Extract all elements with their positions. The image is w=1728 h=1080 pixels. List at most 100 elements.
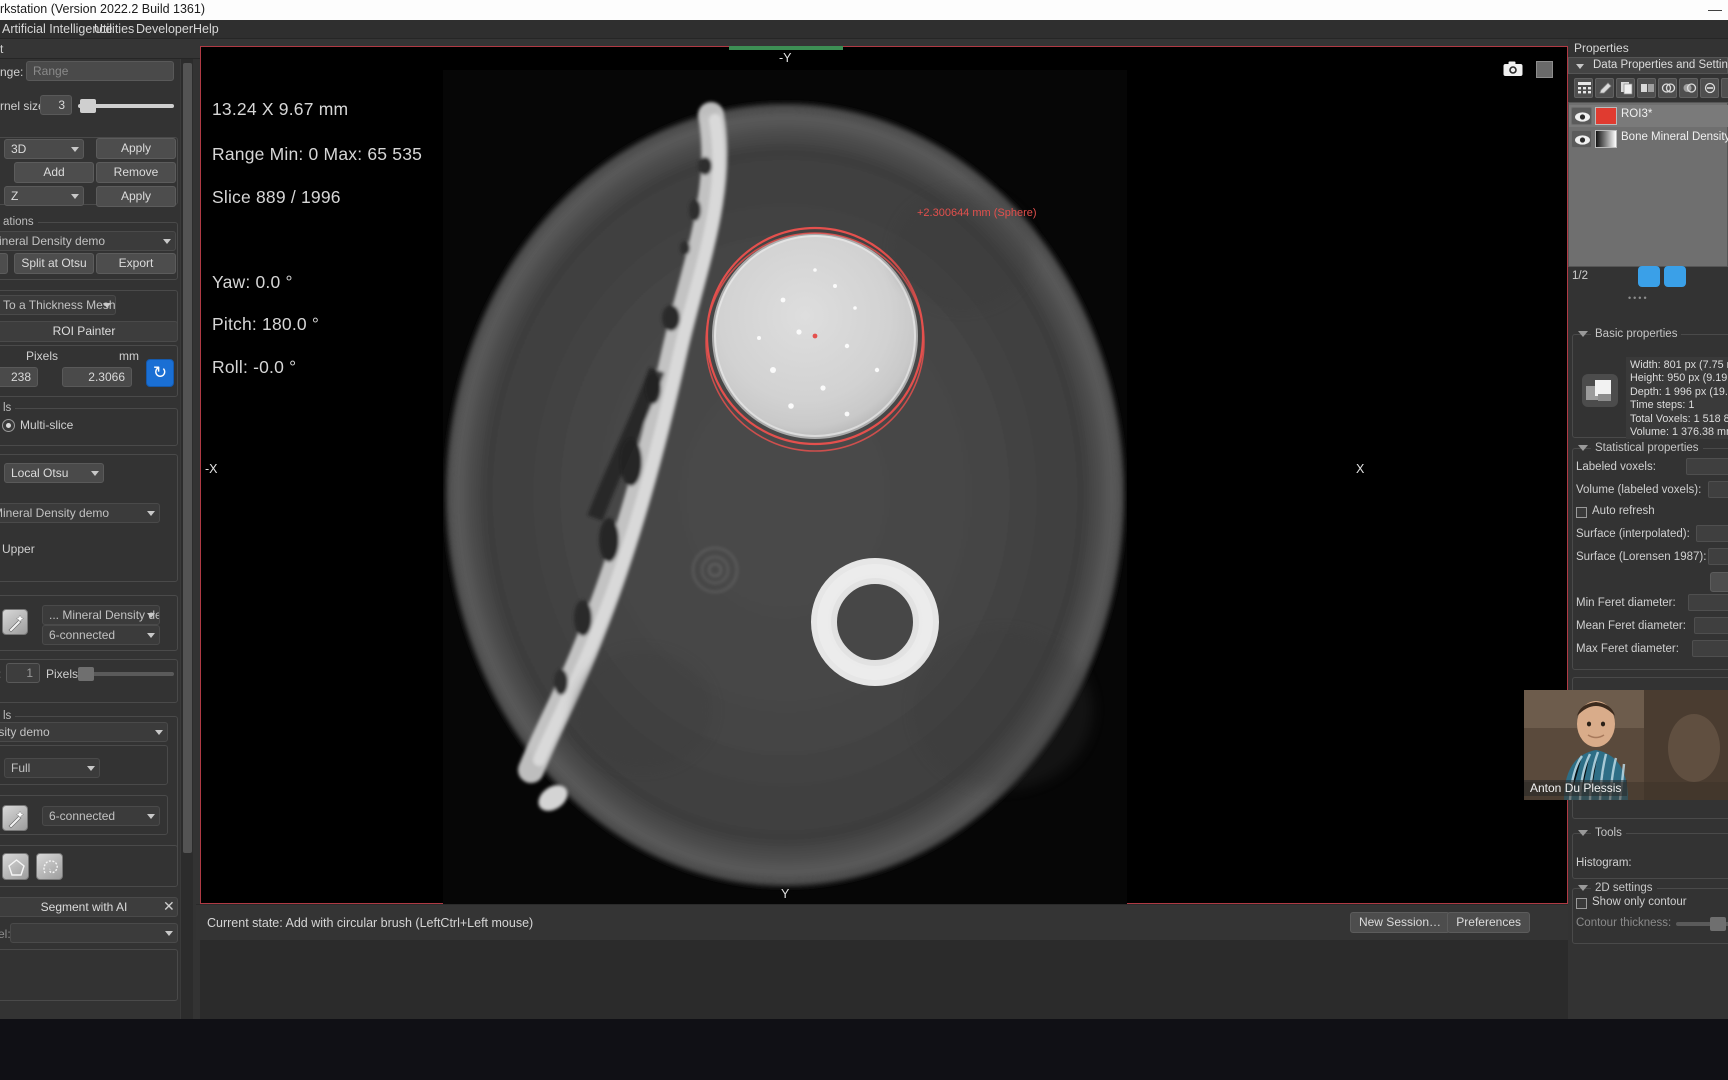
min-feret-label: Min Feret diameter: (1576, 597, 1676, 609)
otsu-method-select[interactable]: Local Otsu (4, 463, 104, 483)
range-input[interactable]: Range (26, 61, 174, 81)
roi-painter-button[interactable]: ROI Painter (0, 321, 178, 342)
surface-lorensen-label: Surface (Lorensen 1987): (1576, 551, 1707, 563)
app-window: rkstation (Version 2022.2 Build 1361) — … (0, 0, 1728, 1080)
apply-button-1[interactable]: Apply (96, 138, 176, 159)
operations-dataset-select[interactable]: ineral Density demo (0, 231, 176, 251)
extra-button[interactable] (0, 253, 8, 274)
size-input[interactable]: 1 (6, 663, 40, 683)
collapse-caret-icon[interactable] (1578, 331, 1588, 337)
slider-knob[interactable] (1710, 917, 1726, 931)
taskbar: ype here to search ▤ ◉ ▭ ▦ ✉ Q ◉ ◉ ◆ ◎ T… (0, 1019, 1728, 1080)
menu-item-help[interactable]: Help (193, 22, 219, 36)
merge-icon[interactable] (1658, 78, 1677, 98)
preferences-button[interactable]: Preferences (1447, 912, 1530, 933)
labels-dataset-select[interactable]: ensity demo (0, 722, 168, 742)
minimize-button[interactable]: — (1708, 1, 1722, 17)
camera-icon[interactable] (1503, 61, 1523, 77)
prop-depth: Depth: 1 996 px (19.32 m (1630, 385, 1728, 398)
kernel-size-slider[interactable] (78, 97, 174, 115)
upper-label: Upper (2, 542, 35, 556)
properties-toolbar (1568, 78, 1728, 100)
compute-button[interactable]: Comput (1710, 572, 1728, 592)
auto-refresh-checkbox[interactable] (1576, 507, 1587, 518)
thickness-mesh-select[interactable]: To a Thickness Mesh (0, 295, 116, 315)
kernel-size-input[interactable]: 3 (40, 95, 72, 115)
volume-labeled-voxels-label: Volume (labeled voxels): (1576, 484, 1702, 496)
view-toggle-2[interactable] (1664, 266, 1686, 287)
grid-icon[interactable] (1574, 78, 1593, 98)
new-session-button[interactable]: New Session… (1349, 912, 1450, 933)
layer-color-swatch[interactable] (1595, 130, 1617, 148)
tool-strip-label: t (0, 42, 4, 56)
data-properties-tab[interactable]: Data Properties and Settin (1568, 57, 1728, 74)
contour-thickness-slider[interactable] (1676, 915, 1728, 933)
layer-list[interactable]: ROI3* Bone Mineral Density demo (1568, 102, 1728, 267)
magic-wand-target-select[interactable]: ... Mineral Density demo (42, 605, 160, 625)
polygon-tool-icon[interactable] (2, 853, 29, 880)
slider-knob[interactable] (80, 99, 96, 113)
visibility-eye-icon[interactable] (1571, 107, 1592, 125)
properties-title: Properties (1574, 41, 1629, 55)
connectivity-value-2: 6-connected (49, 809, 116, 823)
menu-item-utilities[interactable]: Utilities (94, 22, 134, 36)
menu-item-developer[interactable]: Developer (136, 22, 193, 36)
show-only-contour-label: Show only contour (1592, 896, 1687, 908)
visibility-eye-icon[interactable] (1571, 130, 1592, 148)
split-at-otsu-button[interactable]: Split at Otsu (14, 253, 94, 274)
add-button[interactable]: Add (14, 162, 94, 183)
connectivity-select-1[interactable]: 6-connected (42, 625, 160, 645)
close-icon[interactable]: ✕ (163, 898, 175, 915)
properties-panel-header: Properties (1568, 39, 1728, 57)
otsu-dataset-select[interactable]: Mineral Density demo (0, 503, 160, 523)
tools-group: Tools (1572, 827, 1728, 879)
full-select[interactable]: Full (4, 758, 100, 778)
dimension-select[interactable]: 3D (4, 139, 84, 159)
brush-pixels-input[interactable]: 238 (0, 367, 38, 387)
viewport-pitch: Pitch: 180.0 ° (212, 314, 320, 334)
webcam-overlay[interactable]: Anton Du Plessis (1524, 690, 1728, 800)
list-item[interactable]: Bone Mineral Density demo (1569, 128, 1728, 150)
left-panel-scrollbar[interactable] (180, 59, 193, 1019)
show-only-contour-checkbox[interactable] (1576, 898, 1587, 909)
axis-select-value: Z (11, 189, 19, 203)
subtract-icon[interactable] (1700, 78, 1719, 98)
brush-mm-input[interactable]: 2.3066 (62, 367, 132, 387)
axis-label-x: X (1356, 462, 1365, 476)
connectivity-select-2[interactable]: 6-connected (42, 806, 160, 826)
layers-icon[interactable] (1637, 78, 1656, 98)
edit-icon[interactable] (1595, 78, 1614, 98)
collapse-caret-icon[interactable] (1578, 885, 1588, 891)
list-item[interactable]: ROI3* (1569, 105, 1728, 127)
multi-slice-radio[interactable] (2, 419, 15, 432)
chevron-down-icon (103, 303, 111, 308)
refresh-icon[interactable]: ↻ (146, 359, 174, 387)
chevron-down-icon (147, 511, 155, 516)
magic-wand-icon[interactable] (2, 609, 28, 635)
mean-feret-label: Mean Feret diameter: (1576, 620, 1686, 632)
surface-lorensen-value (1708, 548, 1728, 565)
slider-knob[interactable] (78, 667, 94, 681)
viewport-layout-toggle[interactable] (1536, 61, 1553, 78)
more-icon[interactable] (1721, 78, 1728, 98)
export-button[interactable]: Export (96, 253, 176, 274)
prop-volume: Volume: 1 376.38 mm³ (1630, 426, 1728, 439)
viewport-range: Range Min: 0 Max: 65 535 (212, 144, 423, 164)
layer-color-swatch[interactable] (1595, 107, 1617, 125)
intersect-icon[interactable] (1679, 78, 1698, 98)
view-toggle-1[interactable] (1638, 266, 1660, 287)
model-select[interactable] (10, 923, 178, 943)
magic-wand-icon-2[interactable] (2, 805, 28, 831)
size-slider[interactable] (78, 665, 174, 683)
remove-button[interactable]: Remove (96, 162, 176, 183)
axis-select[interactable]: Z (4, 186, 84, 206)
collapse-caret-icon[interactable] (1578, 830, 1588, 836)
copy-icon[interactable] (1616, 78, 1635, 98)
freehand-tool-icon[interactable] (36, 853, 63, 880)
volume-labeled-voxels-value (1708, 481, 1728, 498)
menu-bar: Artificial Intelligence Utilities Develo… (0, 20, 1728, 39)
apply-button-2[interactable]: Apply (96, 186, 176, 207)
collapse-caret-icon[interactable] (1578, 445, 1588, 451)
slice-viewport[interactable]: 13.24 X 9.67 mm Range Min: 0 Max: 65 535… (200, 46, 1568, 905)
scrollbar-thumb[interactable] (183, 63, 192, 853)
